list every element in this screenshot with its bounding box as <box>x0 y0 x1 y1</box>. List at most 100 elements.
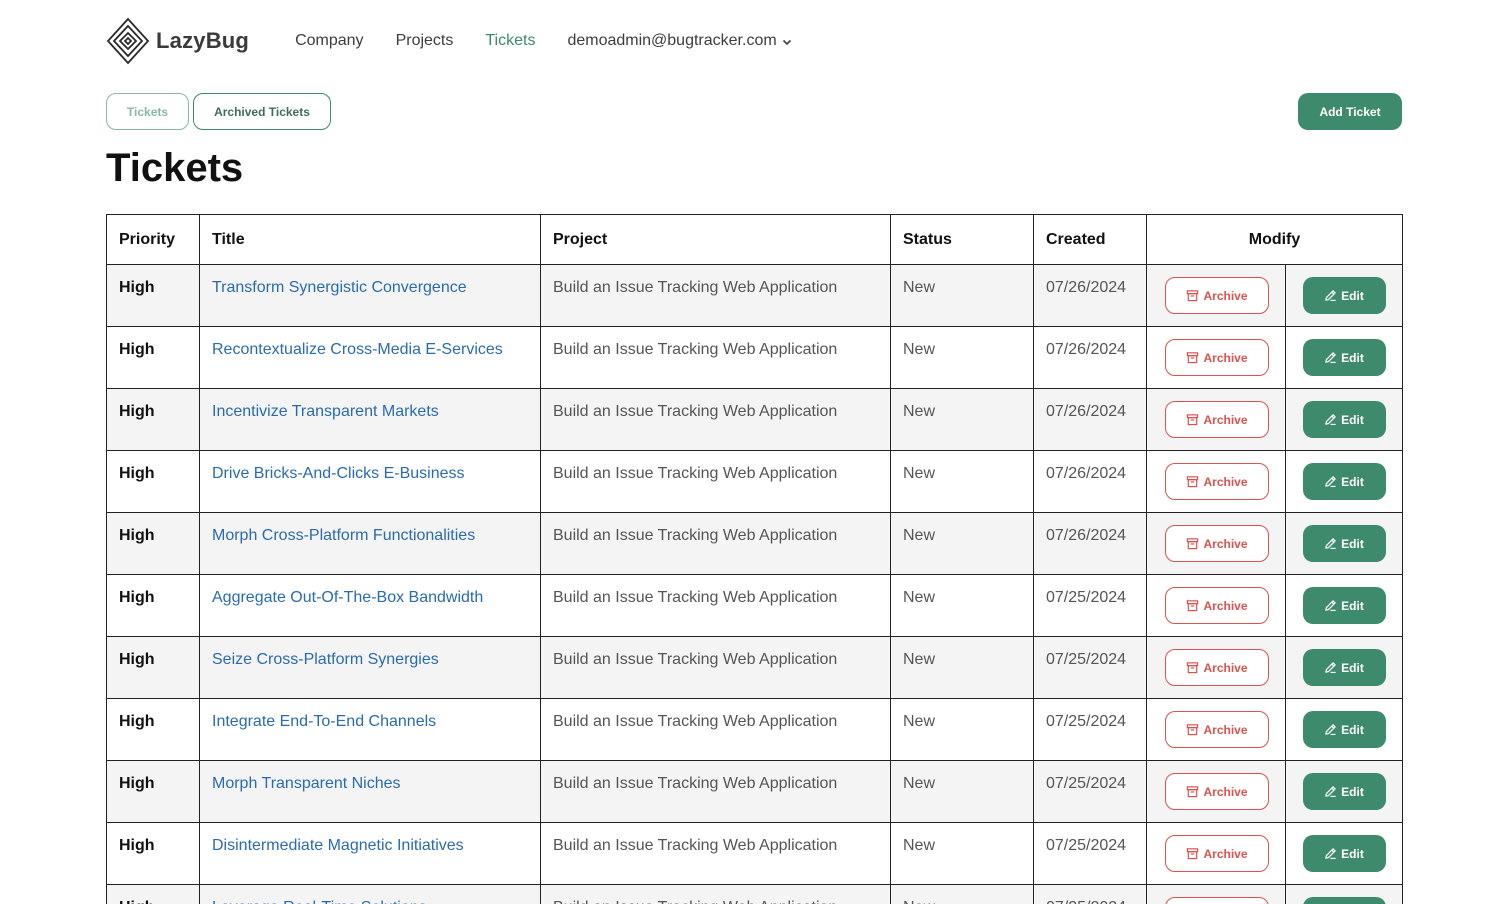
cell-project: Build an Issue Tracking Web Application <box>540 264 891 327</box>
archive-label: Archive <box>1203 412 1248 427</box>
cell-project: Build an Issue Tracking Web Application <box>540 450 891 513</box>
cell-archive: Archive <box>1146 574 1286 637</box>
edit-button[interactable]: Edit <box>1302 525 1386 562</box>
table-row: High Incentivize Transparent Markets Build… <box>106 388 1404 451</box>
archive-label: Archive <box>1203 784 1248 799</box>
archive-button[interactable]: Archive <box>1165 835 1269 872</box>
edit-label: Edit <box>1341 536 1364 551</box>
ticket-title-link[interactable]: Integrate End-To-End Channels <box>212 713 436 730</box>
archive-button[interactable]: Archive <box>1165 711 1269 748</box>
edit-button[interactable]: Edit <box>1302 649 1386 686</box>
column-header-created[interactable]: Created <box>1033 214 1147 265</box>
archive-label: Archive <box>1203 846 1248 861</box>
cell-edit: Edit <box>1284 450 1404 513</box>
cell-archive: Archive <box>1146 450 1286 513</box>
edit-button[interactable]: Edit <box>1302 835 1386 872</box>
column-header-status[interactable]: Status <box>890 214 1034 265</box>
nav-tickets[interactable]: Tickets <box>485 32 535 50</box>
nav-company[interactable]: Company <box>295 32 363 50</box>
archive-button[interactable]: Archive <box>1165 463 1269 500</box>
ticket-title-link[interactable]: Transform Synergistic Convergence <box>212 279 467 296</box>
user-menu[interactable]: demoadmin@bugtracker.com <box>567 32 792 50</box>
table-row: High Leverage Real-Time Solutions Build an… <box>106 884 1404 904</box>
archive-button[interactable]: Archive <box>1165 277 1269 314</box>
ticket-title-link[interactable]: Incentivize Transparent Markets <box>212 403 439 420</box>
archive-box-icon <box>1187 600 1199 612</box>
edit-label: Edit <box>1341 412 1364 427</box>
edit-button[interactable]: Edit <box>1302 587 1386 624</box>
cell-priority: High <box>106 264 200 327</box>
edit-button[interactable]: Edit <box>1302 711 1386 748</box>
cell-status: New <box>890 884 1034 904</box>
column-header-project[interactable]: Project <box>540 214 891 265</box>
edit-button[interactable]: Edit <box>1302 339 1386 376</box>
cell-archive: Archive <box>1146 264 1286 327</box>
tab-tickets[interactable]: Tickets <box>106 93 189 130</box>
edit-button[interactable]: Edit <box>1302 463 1386 500</box>
add-ticket-button[interactable]: Add Ticket <box>1298 93 1402 130</box>
cell-archive: Archive <box>1146 822 1286 885</box>
pencil-icon <box>1325 352 1336 364</box>
table-row: High Morph Transparent Niches Build an Iss… <box>106 760 1404 823</box>
table-row: High Drive Bricks-And-Clicks E-Business Bu… <box>106 450 1404 513</box>
cell-edit: Edit <box>1284 512 1404 575</box>
archive-box-icon <box>1187 414 1199 426</box>
archive-button[interactable]: Archive <box>1165 339 1269 376</box>
pencil-icon <box>1325 662 1336 674</box>
edit-button[interactable]: Edit <box>1302 401 1386 438</box>
ticket-title-link[interactable]: Aggregate Out-Of-The-Box Bandwidth <box>212 589 483 606</box>
ticket-title-link[interactable]: Seize Cross-Platform Synergies <box>212 651 439 668</box>
brand-link[interactable]: LazyBug <box>106 17 249 65</box>
column-header-title[interactable]: Title <box>199 214 541 265</box>
archive-button[interactable]: Archive <box>1165 525 1269 562</box>
cell-created: 07/26/2024 <box>1033 512 1147 575</box>
cell-created: 07/25/2024 <box>1033 822 1147 885</box>
cell-priority: High <box>106 822 200 885</box>
archive-label: Archive <box>1203 350 1248 365</box>
archive-button[interactable]: Archive <box>1165 897 1269 904</box>
table-row: High Disintermediate Magnetic Initiatives… <box>106 822 1404 885</box>
cell-project: Build an Issue Tracking Web Application <box>540 822 891 885</box>
ticket-title-link[interactable]: Drive Bricks-And-Clicks E-Business <box>212 465 465 482</box>
cell-archive: Archive <box>1146 512 1286 575</box>
ticket-title-link[interactable]: Morph Transparent Niches <box>212 775 401 792</box>
tab-archived-tickets[interactable]: Archived Tickets <box>193 93 331 130</box>
column-header-priority[interactable]: Priority <box>106 214 200 265</box>
cell-status: New <box>890 760 1034 823</box>
ticket-title-link[interactable]: Morph Cross-Platform Functionalities <box>212 527 475 544</box>
cell-project: Build an Issue Tracking Web Application <box>540 884 891 904</box>
cell-edit: Edit <box>1284 636 1404 699</box>
archive-button[interactable]: Archive <box>1165 401 1269 438</box>
cell-status: New <box>890 636 1034 699</box>
edit-label: Edit <box>1341 846 1364 861</box>
edit-button[interactable]: Edit <box>1302 897 1386 904</box>
table-row: High Morph Cross-Platform Functionalities… <box>106 512 1404 575</box>
archive-box-icon <box>1187 538 1199 550</box>
cell-priority: High <box>106 512 200 575</box>
archive-button[interactable]: Archive <box>1165 649 1269 686</box>
ticket-title-link[interactable]: Leverage Real-Time Solutions <box>212 899 427 904</box>
cell-created: 07/25/2024 <box>1033 636 1147 699</box>
cell-edit: Edit <box>1284 822 1404 885</box>
archive-box-icon <box>1187 848 1199 860</box>
cell-priority: High <box>106 450 200 513</box>
diamond-logo-icon <box>106 17 150 65</box>
archive-button[interactable]: Archive <box>1165 587 1269 624</box>
cell-archive: Archive <box>1146 636 1286 699</box>
archive-label: Archive <box>1203 660 1248 675</box>
archive-box-icon <box>1187 476 1199 488</box>
cell-created: 07/26/2024 <box>1033 264 1147 327</box>
ticket-title-link[interactable]: Recontextualize Cross-Media E-Services <box>212 341 503 358</box>
edit-label: Edit <box>1341 350 1364 365</box>
ticket-title-link[interactable]: Disintermediate Magnetic Initiatives <box>212 837 464 854</box>
table-row: High Aggregate Out-Of-The-Box Bandwidth Bu… <box>106 574 1404 637</box>
table-row: High Seize Cross-Platform Synergies Build … <box>106 636 1404 699</box>
archive-button[interactable]: Archive <box>1165 773 1269 810</box>
edit-button[interactable]: Edit <box>1302 773 1386 810</box>
archive-label: Archive <box>1203 474 1248 489</box>
archive-label: Archive <box>1203 598 1248 613</box>
cell-status: New <box>890 574 1034 637</box>
archive-box-icon <box>1187 352 1199 364</box>
edit-button[interactable]: Edit <box>1302 277 1386 314</box>
nav-projects[interactable]: Projects <box>396 32 454 50</box>
